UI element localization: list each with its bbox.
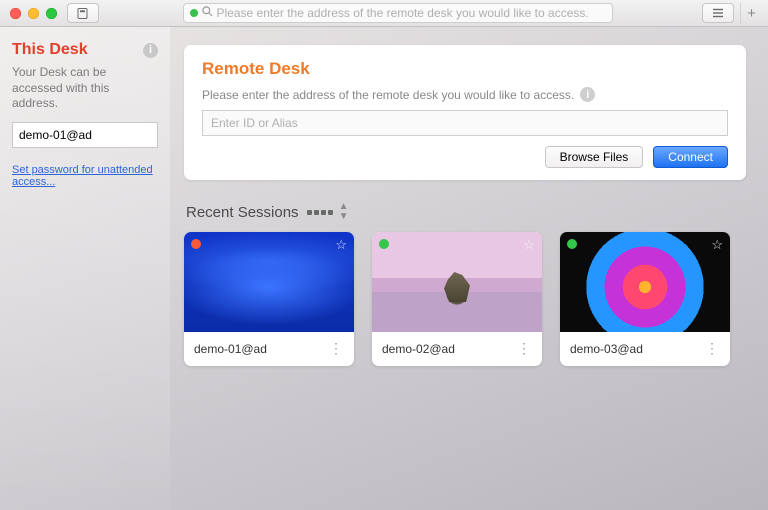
session-menu-icon[interactable]: ⋮: [517, 346, 532, 352]
new-tab-button[interactable]: +: [740, 3, 762, 24]
sort-toggle-icon[interactable]: ▲▼: [339, 202, 349, 222]
set-password-link[interactable]: Set password for unattended access...: [12, 164, 158, 188]
info-icon[interactable]: i: [143, 43, 158, 58]
favorite-icon[interactable]: ☆: [335, 237, 347, 253]
this-desk-title-text: This Desk: [12, 41, 88, 59]
zoom-window-button[interactable]: [46, 8, 57, 19]
session-thumbnail: ☆: [184, 232, 354, 332]
session-name: demo-03@ad: [570, 342, 643, 356]
session-tile[interactable]: ☆ demo-02@ad ⋮: [372, 232, 542, 366]
status-dot-icon: [567, 239, 577, 249]
session-thumbnail: ☆: [560, 232, 730, 332]
remote-desk-card: Remote Desk Please enter the address of …: [184, 45, 746, 180]
this-desk-desc: Your Desk can be accessed with this addr…: [12, 65, 158, 112]
connection-status-icon: [190, 9, 198, 17]
recent-sessions-grid: ☆ demo-01@ad ⋮ ☆ demo-02@ad ⋮ ☆ de: [184, 232, 746, 366]
remote-address-input[interactable]: [202, 110, 728, 136]
minimize-window-button[interactable]: [28, 8, 39, 19]
remote-desk-desc: Please enter the address of the remote d…: [202, 87, 728, 102]
titlebar: +: [0, 0, 768, 27]
status-dot-icon: [379, 239, 389, 249]
this-desk-title: This Desk i: [12, 41, 158, 59]
search-icon: [202, 6, 213, 20]
favorite-icon[interactable]: ☆: [711, 237, 723, 253]
this-desk-address-input[interactable]: [12, 122, 158, 148]
recent-sessions-title: Recent Sessions: [186, 204, 299, 221]
session-menu-icon[interactable]: ⋮: [329, 346, 344, 352]
hamburger-icon: [712, 8, 724, 18]
contacts-button[interactable]: [67, 3, 99, 23]
menu-button[interactable]: [702, 3, 734, 23]
remote-desk-title: Remote Desk: [202, 59, 728, 79]
session-thumbnail: ☆: [372, 232, 542, 332]
session-tile[interactable]: ☆ demo-01@ad ⋮: [184, 232, 354, 366]
connect-button[interactable]: Connect: [653, 146, 728, 168]
status-dot-icon: [191, 239, 201, 249]
info-icon[interactable]: i: [580, 87, 595, 102]
session-name: demo-02@ad: [382, 342, 455, 356]
window-controls: [10, 8, 57, 19]
remote-desk-desc-text: Please enter the address of the remote d…: [202, 88, 574, 102]
session-tile[interactable]: ☆ demo-03@ad ⋮: [560, 232, 730, 366]
grid-view-icon[interactable]: [307, 210, 333, 215]
close-window-button[interactable]: [10, 8, 21, 19]
contacts-icon: [77, 8, 89, 19]
address-bar[interactable]: [183, 3, 613, 23]
session-name: demo-01@ad: [194, 342, 267, 356]
remote-button-row: Browse Files Connect: [202, 146, 728, 168]
sidebar: This Desk i Your Desk can be accessed wi…: [0, 27, 170, 510]
browse-files-button[interactable]: Browse Files: [545, 146, 644, 168]
favorite-icon[interactable]: ☆: [523, 237, 535, 253]
address-input[interactable]: [217, 6, 606, 20]
session-menu-icon[interactable]: ⋮: [705, 346, 720, 352]
recent-sessions-header: Recent Sessions ▲▼: [186, 202, 746, 222]
main-area: Remote Desk Please enter the address of …: [170, 27, 768, 510]
